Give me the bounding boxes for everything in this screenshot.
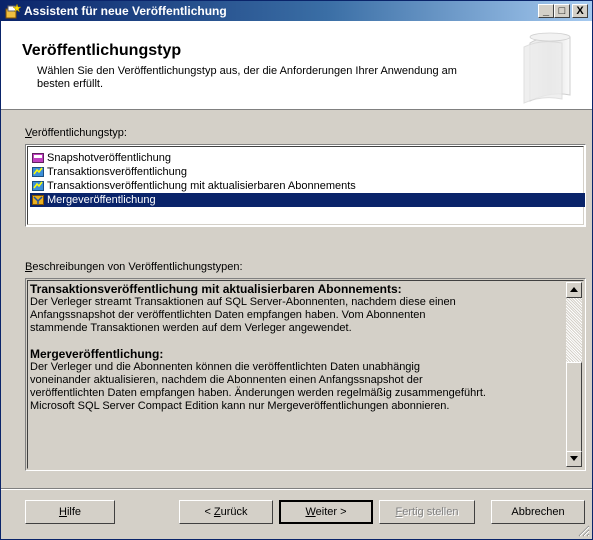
- description-line: Der Verleger und die Abonnenten können d…: [30, 361, 420, 373]
- close-button[interactable]: X: [572, 4, 588, 18]
- description-scrollbar[interactable]: [566, 282, 582, 467]
- finish-button[interactable]: Fertig stellen: [379, 500, 475, 524]
- publication-graphic-icon: [523, 32, 571, 104]
- scroll-thumb[interactable]: [566, 362, 582, 452]
- maximize-button[interactable]: □: [554, 4, 570, 18]
- scroll-down-button[interactable]: [566, 451, 582, 467]
- arrow-down-icon: [570, 456, 578, 461]
- description-content: Transaktionsveröffentlichung mit aktuali…: [30, 283, 550, 413]
- wizard-window: Assistent für neue Veröffentlichung _ □ …: [0, 0, 593, 540]
- title-bar[interactable]: Assistent für neue Veröffentlichung _ □ …: [1, 1, 592, 21]
- minimize-icon: _: [542, 5, 550, 17]
- list-item-transactional-updatable[interactable]: Transaktionsveröffentlichung mit aktuali…: [30, 179, 585, 193]
- description-line: stammende Transaktionen werden auf dem V…: [30, 322, 352, 334]
- wizard-icon: [5, 3, 21, 19]
- list-item-transactional[interactable]: Transaktionsveröffentlichung: [30, 165, 585, 179]
- description-line: Der Verleger streamt Transaktionen auf S…: [30, 296, 456, 308]
- description-heading: Mergeveröffentlichung:: [30, 347, 164, 361]
- description-heading: Transaktionsveröffentlichung mit aktuali…: [30, 282, 402, 296]
- maximize-icon: □: [558, 5, 566, 17]
- help-button[interactable]: Hilfe: [25, 500, 115, 524]
- transactional-updatable-publication-icon: [32, 181, 44, 191]
- cancel-button[interactable]: Abbrechen: [491, 500, 585, 524]
- descriptions-label: Beschreibungen von Veröffentlichungstype…: [25, 261, 243, 273]
- wizard-header: Veröffentlichungstyp Wählen Sie den Verö…: [1, 21, 592, 110]
- close-icon: X: [576, 5, 584, 17]
- description-line: voneinander aktualisieren, nachdem die A…: [30, 374, 423, 386]
- description-textbox[interactable]: Transaktionsveröffentlichung mit aktuali…: [25, 278, 586, 471]
- transactional-publication-icon: [32, 167, 44, 177]
- page-description: Wählen Sie den Veröffentlichungstyp aus,…: [37, 65, 457, 90]
- window-title: Assistent für neue Veröffentlichung: [24, 4, 227, 18]
- list-item-merge[interactable]: Mergeveröffentlichung: [30, 193, 585, 207]
- resize-grip-icon[interactable]: [578, 525, 590, 537]
- description-line: Anfangssnapshot der veröffentlichten Dat…: [30, 309, 426, 321]
- list-item-snapshot[interactable]: Snapshotveröffentlichung: [30, 151, 585, 165]
- page-title: Veröffentlichungstyp: [22, 42, 182, 59]
- description-line: Microsoft SQL Server Compact Edition kan…: [30, 400, 450, 412]
- publication-type-list[interactable]: Snapshotveröffentlichung Transaktionsver…: [25, 144, 586, 227]
- next-button[interactable]: Weiter >: [279, 500, 373, 524]
- merge-publication-icon: [32, 195, 44, 205]
- button-separator: [1, 488, 592, 490]
- scroll-up-button[interactable]: [566, 282, 582, 298]
- publication-type-label: Veröffentlichungstyp:: [25, 127, 127, 139]
- snapshot-publication-icon: [32, 153, 44, 163]
- description-line: veröffentlichten Daten empfangen haben. …: [30, 387, 486, 399]
- minimize-button[interactable]: _: [538, 4, 554, 18]
- back-button[interactable]: < Zurück: [179, 500, 273, 524]
- arrow-up-icon: [570, 287, 578, 292]
